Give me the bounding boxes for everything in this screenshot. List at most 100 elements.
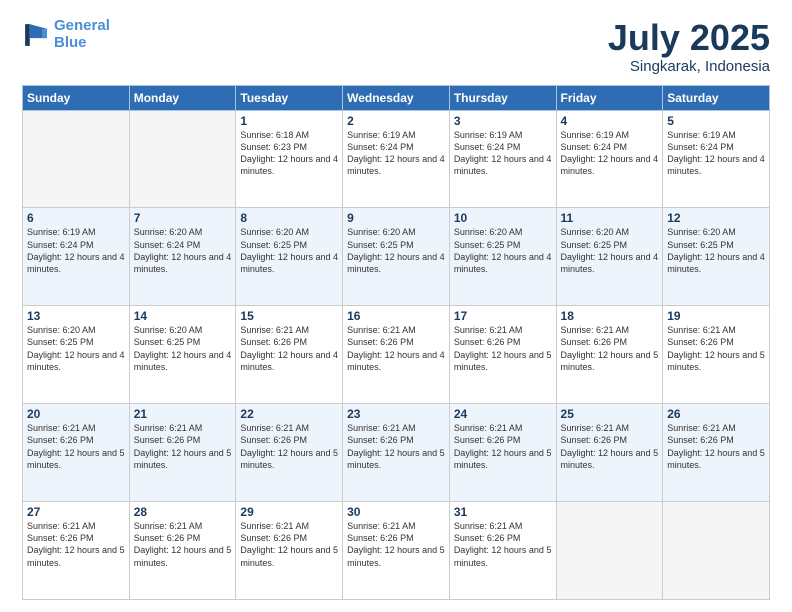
day-number: 18 xyxy=(561,309,659,323)
day-number: 23 xyxy=(347,407,445,421)
day-number: 3 xyxy=(454,114,552,128)
calendar-day-header: Monday xyxy=(129,85,236,110)
day-info: Sunrise: 6:20 AM Sunset: 6:25 PM Dayligh… xyxy=(347,226,445,275)
calendar-day-cell: 17Sunrise: 6:21 AM Sunset: 6:26 PM Dayli… xyxy=(449,306,556,404)
calendar-week-row: 20Sunrise: 6:21 AM Sunset: 6:26 PM Dayli… xyxy=(23,404,770,502)
main-title: July 2025 xyxy=(608,18,770,58)
day-number: 1 xyxy=(240,114,338,128)
calendar-day-cell: 23Sunrise: 6:21 AM Sunset: 6:26 PM Dayli… xyxy=(343,404,450,502)
header: General Blue July 2025 Singkarak, Indone… xyxy=(22,18,770,75)
day-number: 25 xyxy=(561,407,659,421)
calendar-day-cell: 8Sunrise: 6:20 AM Sunset: 6:25 PM Daylig… xyxy=(236,208,343,306)
calendar-week-row: 6Sunrise: 6:19 AM Sunset: 6:24 PM Daylig… xyxy=(23,208,770,306)
calendar-day-cell: 24Sunrise: 6:21 AM Sunset: 6:26 PM Dayli… xyxy=(449,404,556,502)
day-info: Sunrise: 6:21 AM Sunset: 6:26 PM Dayligh… xyxy=(240,520,338,569)
calendar-day-header: Wednesday xyxy=(343,85,450,110)
calendar-day-cell: 6Sunrise: 6:19 AM Sunset: 6:24 PM Daylig… xyxy=(23,208,130,306)
calendar-day-cell: 13Sunrise: 6:20 AM Sunset: 6:25 PM Dayli… xyxy=(23,306,130,404)
day-info: Sunrise: 6:21 AM Sunset: 6:26 PM Dayligh… xyxy=(667,324,765,373)
calendar-day-cell: 4Sunrise: 6:19 AM Sunset: 6:24 PM Daylig… xyxy=(556,110,663,208)
calendar-day-cell: 1Sunrise: 6:18 AM Sunset: 6:23 PM Daylig… xyxy=(236,110,343,208)
calendar-day-cell: 31Sunrise: 6:21 AM Sunset: 6:26 PM Dayli… xyxy=(449,502,556,600)
calendar-week-row: 27Sunrise: 6:21 AM Sunset: 6:26 PM Dayli… xyxy=(23,502,770,600)
day-info: Sunrise: 6:21 AM Sunset: 6:26 PM Dayligh… xyxy=(240,324,338,373)
day-info: Sunrise: 6:21 AM Sunset: 6:26 PM Dayligh… xyxy=(454,324,552,373)
calendar-day-cell: 3Sunrise: 6:19 AM Sunset: 6:24 PM Daylig… xyxy=(449,110,556,208)
day-number: 30 xyxy=(347,505,445,519)
day-info: Sunrise: 6:19 AM Sunset: 6:24 PM Dayligh… xyxy=(347,129,445,178)
calendar-day-cell: 5Sunrise: 6:19 AM Sunset: 6:24 PM Daylig… xyxy=(663,110,770,208)
day-info: Sunrise: 6:20 AM Sunset: 6:25 PM Dayligh… xyxy=(561,226,659,275)
logo-icon xyxy=(22,21,50,49)
subtitle: Singkarak, Indonesia xyxy=(608,58,770,75)
day-info: Sunrise: 6:21 AM Sunset: 6:26 PM Dayligh… xyxy=(454,422,552,471)
day-info: Sunrise: 6:21 AM Sunset: 6:26 PM Dayligh… xyxy=(134,422,232,471)
calendar-day-cell: 12Sunrise: 6:20 AM Sunset: 6:25 PM Dayli… xyxy=(663,208,770,306)
calendar-day-header: Sunday xyxy=(23,85,130,110)
day-number: 15 xyxy=(240,309,338,323)
logo-text: General Blue xyxy=(54,18,110,51)
day-number: 7 xyxy=(134,211,232,225)
calendar-day-cell: 10Sunrise: 6:20 AM Sunset: 6:25 PM Dayli… xyxy=(449,208,556,306)
title-block: July 2025 Singkarak, Indonesia xyxy=(608,18,770,75)
calendar-day-cell xyxy=(663,502,770,600)
calendar-day-cell: 7Sunrise: 6:20 AM Sunset: 6:24 PM Daylig… xyxy=(129,208,236,306)
day-info: Sunrise: 6:21 AM Sunset: 6:26 PM Dayligh… xyxy=(240,422,338,471)
calendar-day-header: Thursday xyxy=(449,85,556,110)
calendar-day-cell: 21Sunrise: 6:21 AM Sunset: 6:26 PM Dayli… xyxy=(129,404,236,502)
calendar-day-cell: 29Sunrise: 6:21 AM Sunset: 6:26 PM Dayli… xyxy=(236,502,343,600)
day-number: 14 xyxy=(134,309,232,323)
day-number: 24 xyxy=(454,407,552,421)
calendar-day-cell: 14Sunrise: 6:20 AM Sunset: 6:25 PM Dayli… xyxy=(129,306,236,404)
day-info: Sunrise: 6:19 AM Sunset: 6:24 PM Dayligh… xyxy=(667,129,765,178)
calendar-day-cell: 26Sunrise: 6:21 AM Sunset: 6:26 PM Dayli… xyxy=(663,404,770,502)
calendar-day-cell: 22Sunrise: 6:21 AM Sunset: 6:26 PM Dayli… xyxy=(236,404,343,502)
day-info: Sunrise: 6:18 AM Sunset: 6:23 PM Dayligh… xyxy=(240,129,338,178)
day-number: 26 xyxy=(667,407,765,421)
logo: General Blue xyxy=(22,18,110,51)
day-number: 5 xyxy=(667,114,765,128)
day-info: Sunrise: 6:21 AM Sunset: 6:26 PM Dayligh… xyxy=(347,324,445,373)
calendar-day-cell: 20Sunrise: 6:21 AM Sunset: 6:26 PM Dayli… xyxy=(23,404,130,502)
day-info: Sunrise: 6:20 AM Sunset: 6:25 PM Dayligh… xyxy=(240,226,338,275)
logo-line1: General xyxy=(54,17,110,34)
day-number: 29 xyxy=(240,505,338,519)
day-number: 22 xyxy=(240,407,338,421)
day-number: 21 xyxy=(134,407,232,421)
day-number: 2 xyxy=(347,114,445,128)
calendar-day-cell: 9Sunrise: 6:20 AM Sunset: 6:25 PM Daylig… xyxy=(343,208,450,306)
day-info: Sunrise: 6:21 AM Sunset: 6:26 PM Dayligh… xyxy=(27,422,125,471)
day-info: Sunrise: 6:21 AM Sunset: 6:26 PM Dayligh… xyxy=(347,520,445,569)
day-info: Sunrise: 6:21 AM Sunset: 6:26 PM Dayligh… xyxy=(561,422,659,471)
calendar-day-cell: 25Sunrise: 6:21 AM Sunset: 6:26 PM Dayli… xyxy=(556,404,663,502)
calendar-header-row: SundayMondayTuesdayWednesdayThursdayFrid… xyxy=(23,85,770,110)
day-info: Sunrise: 6:20 AM Sunset: 6:25 PM Dayligh… xyxy=(27,324,125,373)
calendar-day-cell xyxy=(129,110,236,208)
day-info: Sunrise: 6:21 AM Sunset: 6:26 PM Dayligh… xyxy=(561,324,659,373)
calendar-day-header: Friday xyxy=(556,85,663,110)
calendar-week-row: 13Sunrise: 6:20 AM Sunset: 6:25 PM Dayli… xyxy=(23,306,770,404)
day-number: 11 xyxy=(561,211,659,225)
day-info: Sunrise: 6:21 AM Sunset: 6:26 PM Dayligh… xyxy=(454,520,552,569)
day-number: 8 xyxy=(240,211,338,225)
calendar-day-cell xyxy=(23,110,130,208)
calendar-day-cell: 2Sunrise: 6:19 AM Sunset: 6:24 PM Daylig… xyxy=(343,110,450,208)
day-info: Sunrise: 6:21 AM Sunset: 6:26 PM Dayligh… xyxy=(347,422,445,471)
calendar-day-cell xyxy=(556,502,663,600)
calendar-day-cell: 28Sunrise: 6:21 AM Sunset: 6:26 PM Dayli… xyxy=(129,502,236,600)
day-info: Sunrise: 6:20 AM Sunset: 6:25 PM Dayligh… xyxy=(134,324,232,373)
day-info: Sunrise: 6:19 AM Sunset: 6:24 PM Dayligh… xyxy=(454,129,552,178)
day-info: Sunrise: 6:21 AM Sunset: 6:26 PM Dayligh… xyxy=(667,422,765,471)
calendar-day-cell: 18Sunrise: 6:21 AM Sunset: 6:26 PM Dayli… xyxy=(556,306,663,404)
logo-line2: Blue xyxy=(54,34,87,51)
day-number: 28 xyxy=(134,505,232,519)
day-number: 19 xyxy=(667,309,765,323)
day-number: 31 xyxy=(454,505,552,519)
day-number: 16 xyxy=(347,309,445,323)
calendar-day-header: Saturday xyxy=(663,85,770,110)
calendar-week-row: 1Sunrise: 6:18 AM Sunset: 6:23 PM Daylig… xyxy=(23,110,770,208)
calendar-day-cell: 30Sunrise: 6:21 AM Sunset: 6:26 PM Dayli… xyxy=(343,502,450,600)
day-info: Sunrise: 6:21 AM Sunset: 6:26 PM Dayligh… xyxy=(134,520,232,569)
day-info: Sunrise: 6:20 AM Sunset: 6:25 PM Dayligh… xyxy=(454,226,552,275)
day-info: Sunrise: 6:19 AM Sunset: 6:24 PM Dayligh… xyxy=(27,226,125,275)
